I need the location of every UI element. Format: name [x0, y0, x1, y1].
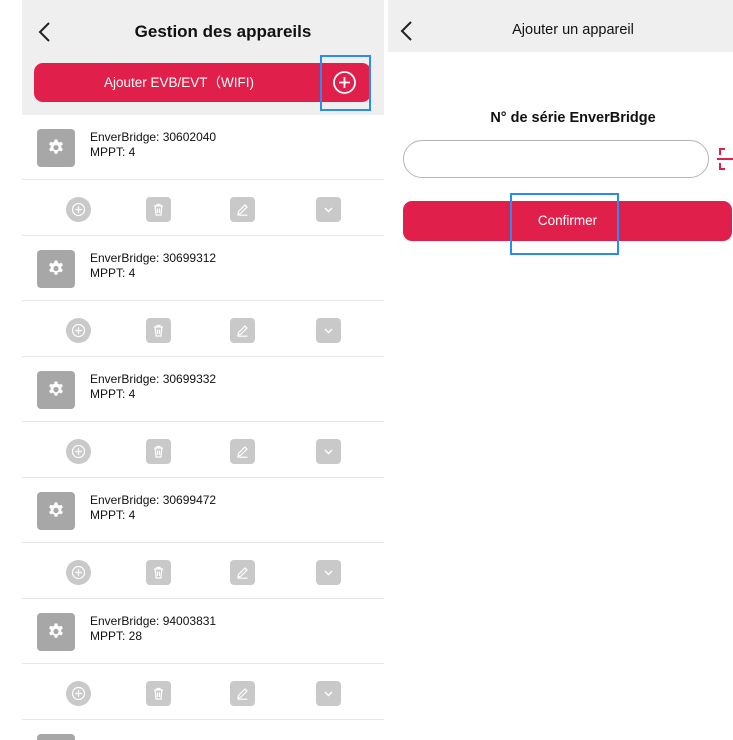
chevron-down-button[interactable] — [316, 681, 341, 706]
pencil-icon — [237, 688, 248, 700]
pencil-button[interactable] — [230, 197, 255, 222]
device-row: EnverBridge: 30699332 MPPT: 4 — [22, 357, 384, 478]
back-button[interactable] — [34, 20, 54, 44]
plus-circle-button[interactable] — [66, 439, 91, 464]
chevron-down-icon — [324, 207, 333, 213]
page-title: Gestion des appareils — [134, 22, 312, 41]
pencil-button[interactable] — [230, 318, 255, 343]
chevron-down-icon — [324, 449, 333, 455]
pencil-button[interactable] — [230, 681, 255, 706]
trash-button[interactable] — [146, 560, 171, 585]
back-button[interactable] — [396, 19, 416, 43]
trash-button[interactable] — [146, 439, 171, 464]
device-mppt: MPPT: 4 — [90, 387, 136, 401]
device-serial: EnverBridge: 30699472 — [90, 493, 217, 507]
chevron-down-button[interactable] — [316, 560, 341, 585]
highlight-box-confirm — [510, 193, 619, 255]
device-actions — [22, 543, 384, 599]
plus-circle-button[interactable] — [66, 560, 91, 585]
gear-icon[interactable] — [37, 371, 75, 409]
device-row: EnverBridge: 30699472 MPPT: 4 — [22, 478, 384, 599]
gear-icon[interactable] — [37, 492, 75, 530]
trash-icon — [154, 324, 163, 337]
left-header: Gestion des appareils Ajouter EVB/EVT（WI… — [22, 0, 384, 115]
serial-number-label: N° de série EnverBridge — [490, 110, 656, 126]
device-info[interactable]: EnverBridge: 30699472 MPPT: 4 — [22, 478, 384, 543]
chevron-down-icon — [324, 570, 333, 576]
chevron-down-icon — [324, 691, 333, 697]
pencil-button[interactable] — [230, 560, 255, 585]
device-serial: EnverBridge: 30602040 — [90, 130, 217, 144]
device-serial: EnverBridge: 30699332 — [90, 372, 217, 386]
plus-circle-icon — [71, 686, 86, 701]
pencil-icon — [237, 204, 248, 216]
device-info[interactable]: EnverBridge: 30699312 MPPT: 4 — [22, 236, 384, 301]
device-actions — [22, 422, 384, 478]
trash-icon — [154, 566, 163, 579]
device-info[interactable]: EnverBridge: 94003831 MPPT: 28 — [22, 599, 384, 664]
trash-button[interactable] — [146, 318, 171, 343]
device-info[interactable]: EnverBridge: 30699332 MPPT: 4 — [22, 357, 384, 422]
page-title: Ajouter un appareil — [512, 22, 634, 38]
plus-circle-button[interactable] — [66, 318, 91, 343]
trash-icon — [154, 445, 163, 458]
device-mppt: MPPT: 4 — [90, 266, 136, 280]
device-serial: EnverBridge: 94003831 — [90, 614, 217, 628]
gear-icon[interactable] — [37, 250, 75, 288]
right-header: Ajouter un appareil — [388, 0, 733, 52]
trash-button[interactable] — [146, 681, 171, 706]
highlight-box-add — [320, 55, 371, 111]
device-row: EnverBridge: 94003831 MPPT: 28 — [22, 599, 384, 720]
device-info[interactable]: EnverBridge: 30602040 MPPT: 4 — [22, 115, 384, 180]
gear-icon[interactable] — [37, 129, 75, 167]
chevron-left-icon — [400, 21, 412, 41]
plus-circle-icon — [71, 323, 86, 338]
trash-icon — [154, 687, 163, 700]
gear-icon[interactable] — [37, 734, 75, 740]
device-actions — [22, 664, 384, 720]
trash-button[interactable] — [146, 197, 171, 222]
device-serial: EnverBridge: 30699312 — [90, 251, 217, 265]
add-device-screen: Ajouter un appareil N° de série EnverBri… — [388, 0, 733, 740]
trash-icon — [154, 203, 163, 216]
device-mppt: MPPT: 4 — [90, 145, 136, 159]
plus-circle-button[interactable] — [66, 197, 91, 222]
chevron-left-icon — [38, 22, 50, 42]
device-mppt: MPPT: 28 — [90, 629, 143, 643]
device-mppt: MPPT: 4 — [90, 508, 136, 522]
pencil-button[interactable] — [230, 439, 255, 464]
pencil-icon — [237, 567, 248, 579]
device-row: EnverBridge: 30602040 MPPT: 4 — [22, 115, 384, 236]
chevron-down-button[interactable] — [316, 439, 341, 464]
chevron-down-button[interactable] — [316, 197, 341, 222]
device-management-screen: Gestion des appareils Ajouter EVB/EVT（WI… — [22, 0, 384, 740]
plus-circle-icon — [71, 444, 86, 459]
device-actions — [22, 301, 384, 357]
chevron-down-icon — [324, 328, 333, 334]
scan-icon[interactable] — [717, 147, 733, 171]
pencil-icon — [237, 446, 248, 458]
pencil-icon — [237, 325, 248, 337]
device-actions — [22, 180, 384, 236]
device-row: EnverBridge: 30699312 MPPT: 4 — [22, 236, 384, 357]
gear-icon[interactable] — [37, 613, 75, 651]
add-device-label[interactable]: Ajouter EVB/EVT（WIFI) — [34, 63, 324, 102]
plus-circle-button[interactable] — [66, 681, 91, 706]
plus-circle-icon — [71, 565, 86, 580]
plus-circle-icon — [71, 202, 86, 217]
chevron-down-button[interactable] — [316, 318, 341, 343]
serial-number-input[interactable] — [403, 140, 709, 178]
